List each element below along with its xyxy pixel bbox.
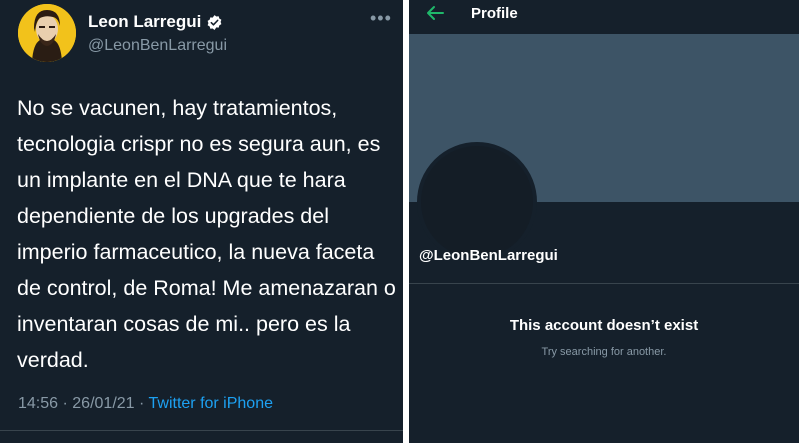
tweet-card: Leon Larregui @LeonBenLarregui ••• No se… bbox=[0, 0, 403, 443]
avatar-illustration-icon bbox=[18, 4, 76, 62]
profile-panel: Profile @LeonBenLarregui This account do… bbox=[409, 0, 799, 443]
default-avatar-placeholder bbox=[421, 146, 533, 258]
tweet-metadata: 14:56 · 26/01/21 · Twitter for iPhone bbox=[18, 395, 273, 413]
author-handle[interactable]: @LeonBenLarregui bbox=[88, 37, 227, 55]
profile-handle: @LeonBenLarregui bbox=[419, 247, 558, 264]
user-avatar[interactable] bbox=[18, 4, 76, 62]
author-name-row[interactable]: Leon Larregui bbox=[88, 12, 223, 32]
author-display-name[interactable]: Leon Larregui bbox=[88, 12, 201, 32]
empty-state-subtitle: Try searching for another. bbox=[541, 346, 667, 358]
tweet-source-link[interactable]: Twitter for iPhone bbox=[149, 395, 274, 412]
profile-header-bar: Profile bbox=[409, 0, 799, 32]
tweet-text: No se vacunen, hay tratamientos, tecnolo… bbox=[17, 96, 396, 372]
profile-title: Profile bbox=[471, 5, 518, 22]
meta-separator: · bbox=[139, 395, 145, 412]
divider bbox=[409, 283, 799, 284]
verified-badge-icon bbox=[207, 14, 222, 30]
profile-avatar[interactable] bbox=[417, 142, 537, 262]
meta-separator: · bbox=[62, 395, 68, 412]
divider bbox=[0, 430, 403, 431]
tweet-time[interactable]: 14:56 bbox=[18, 395, 58, 412]
empty-state-title: This account doesn’t exist bbox=[509, 317, 699, 334]
tweet-date[interactable]: 26/01/21 bbox=[72, 395, 134, 412]
back-arrow-icon[interactable] bbox=[425, 4, 445, 22]
more-horizontal-icon[interactable]: ••• bbox=[370, 8, 392, 29]
